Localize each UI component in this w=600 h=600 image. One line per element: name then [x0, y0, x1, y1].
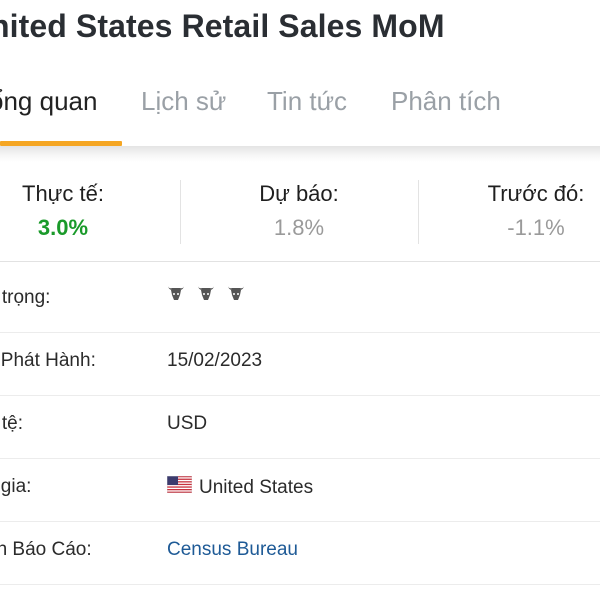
stat-previous: Trước đó: -1.1%: [472, 180, 600, 242]
economic-event-page: nited States Retail Sales MoM ổng quan L…: [0, 0, 600, 600]
importance-label: n trọng:: [0, 287, 51, 308]
country-name: United States: [199, 476, 314, 498]
bull-icon: [227, 284, 245, 308]
release-date-label: y Phát Hành:: [0, 350, 96, 371]
stats-panel: Thực tế: 3.0% Dự báo: 1.8% Trước đó: -1.…: [0, 162, 600, 262]
actual-value: 3.0%: [37, 215, 89, 240]
stat-divider: [180, 180, 181, 244]
us-flag-icon: [166, 475, 193, 499]
country-label: c gia:: [0, 476, 32, 497]
detail-row-source: ồn Báo Cáo: Census Bureau: [0, 522, 600, 585]
forecast-value: 1.8%: [273, 215, 325, 240]
bull-icon: [167, 284, 185, 308]
detail-row-importance: n trọng:: [0, 270, 600, 333]
detail-row-country: c gia: United S: [0, 459, 600, 522]
actual-label: Thực tế:: [22, 181, 104, 206]
forecast-label: Dự báo:: [259, 181, 339, 206]
event-details: n trọng:: [0, 270, 600, 585]
stat-actual: Thực tế: 3.0%: [10, 180, 116, 242]
previous-label: Trước đó:: [487, 181, 585, 206]
detail-row-release-date: y Phát Hành: 15/02/2023: [0, 333, 600, 396]
tab-analysis[interactable]: Phân tích: [391, 86, 501, 117]
tab-news[interactable]: Tin tức: [267, 86, 347, 117]
source-label: ồn Báo Cáo:: [0, 539, 92, 560]
release-date-value: 15/02/2023: [167, 350, 263, 371]
bull-icon: [197, 284, 215, 308]
page-title: nited States Retail Sales MoM: [0, 8, 445, 44]
detail-row-currency: n tệ: USD: [0, 396, 600, 459]
importance-value: [167, 284, 257, 308]
tab-overview[interactable]: ổng quan: [0, 86, 97, 117]
country-value: United States: [166, 475, 314, 499]
source-link[interactable]: Census Bureau: [167, 539, 298, 561]
currency-label: n tệ:: [0, 413, 23, 434]
stat-divider: [418, 180, 419, 244]
currency-value: USD: [167, 413, 208, 434]
tab-bar: ổng quan Lịch sử Tin tức Phân tích: [0, 64, 600, 146]
tab-bar-shadow: [0, 146, 600, 162]
stat-forecast: Dự báo: 1.8%: [240, 180, 358, 242]
previous-value: -1.1%: [507, 215, 565, 240]
tab-history[interactable]: Lịch sử: [141, 86, 226, 117]
